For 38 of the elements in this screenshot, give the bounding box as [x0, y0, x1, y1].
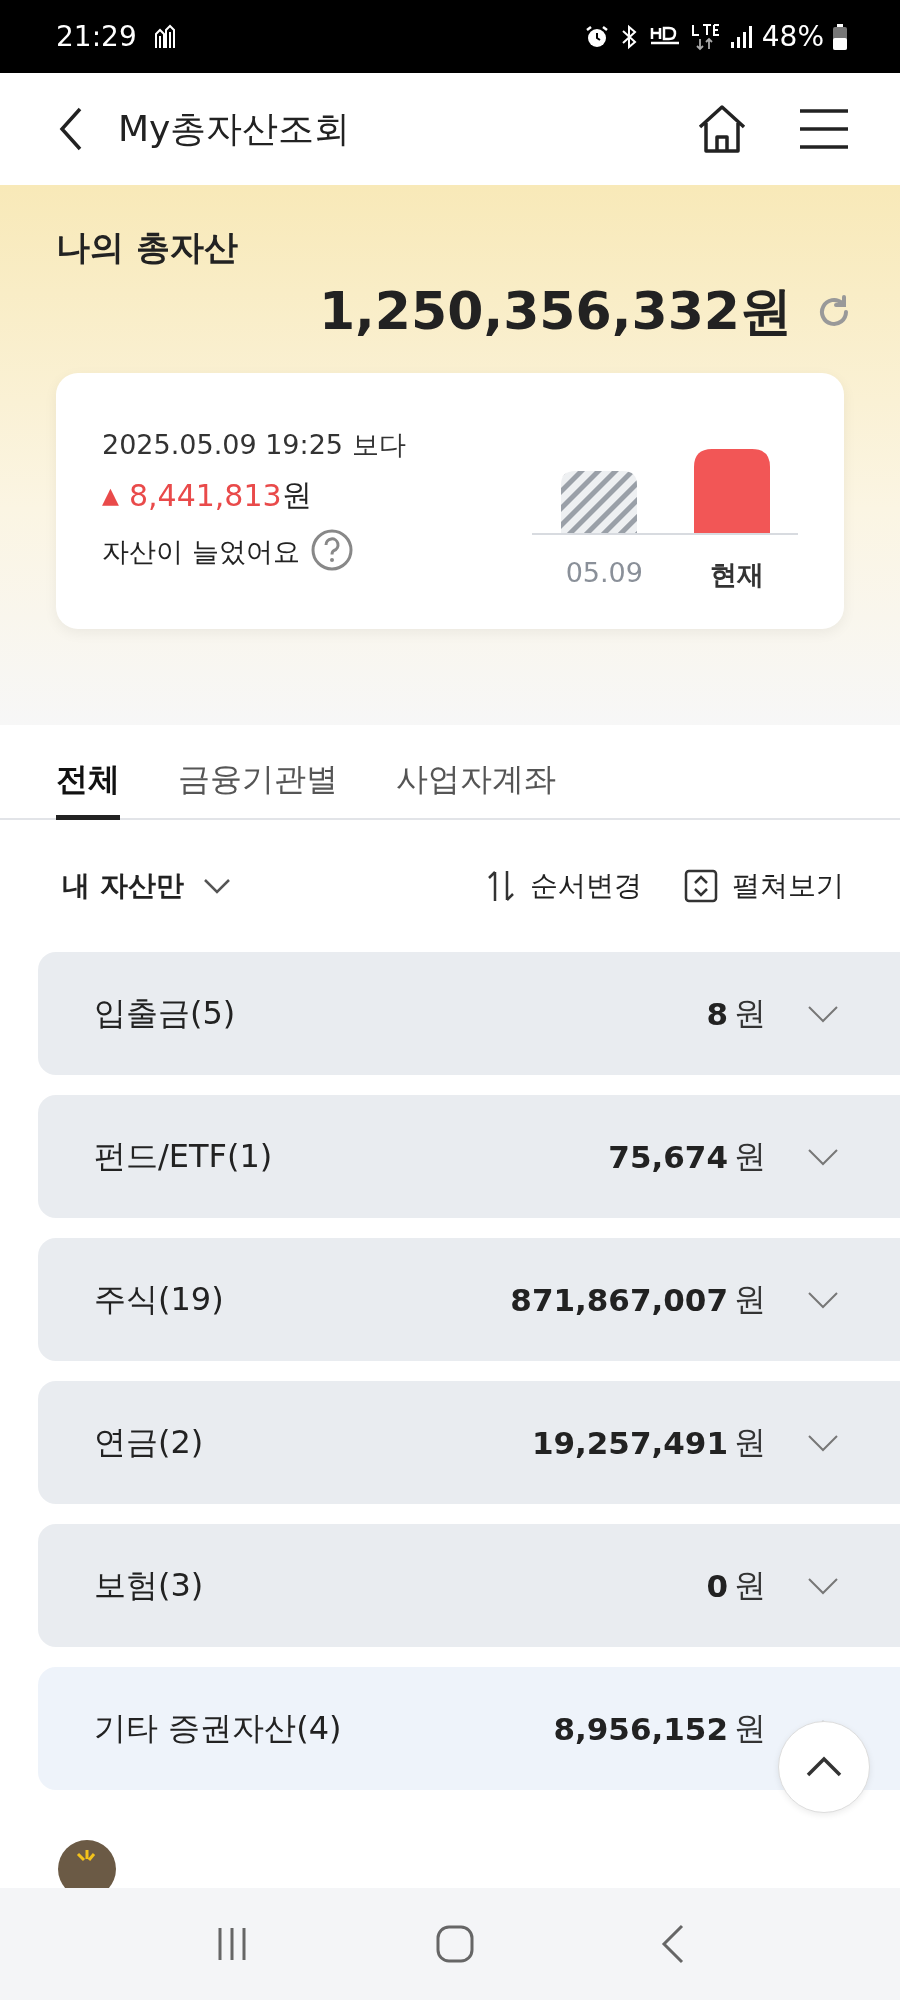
asset-category-row[interactable]: 연금(2) 19,257,491 원	[38, 1381, 900, 1504]
asset-category-row[interactable]: 기타 증권자산(4) 8,956,152 원	[38, 1667, 900, 1790]
lte-data-icon	[689, 22, 720, 51]
currency-unit: 원	[281, 476, 312, 514]
battery-percent: 48%	[761, 20, 824, 53]
chevron-down-icon	[806, 1146, 840, 1167]
sort-arrows-icon	[486, 869, 516, 903]
total-assets-amount: 1,250,356,332원	[318, 280, 792, 343]
chevron-down-icon	[201, 877, 232, 895]
tab[interactable]: 전체	[56, 725, 120, 820]
change-amount: 8,441,813	[128, 478, 282, 513]
status-time: 21:29	[56, 20, 137, 53]
tab[interactable]: 금융기관별	[178, 725, 338, 820]
battery-icon	[832, 22, 848, 51]
bar-label: 현재	[710, 558, 765, 592]
asset-category-row[interactable]: 펀드/ETF(1) 75,674 원	[38, 1095, 900, 1218]
tab[interactable]: 사업자계좌	[396, 725, 556, 820]
bar-label: 05.09	[565, 557, 643, 590]
menu-button[interactable]	[798, 107, 850, 151]
home-nav-button[interactable]	[435, 1924, 475, 1964]
reorder-button[interactable]: 순서변경	[486, 867, 642, 905]
asset-filter-dropdown[interactable]: 내 자산만	[62, 867, 232, 905]
change-message: 자산이 늘었어요	[102, 534, 300, 569]
chevron-up-icon	[804, 1755, 844, 1779]
expand-all-button[interactable]: 펼쳐보기	[684, 867, 844, 905]
asset-category-row[interactable]: 주식(19) 871,867,007 원	[38, 1238, 900, 1361]
chevron-down-icon	[806, 1289, 840, 1310]
chevron-down-icon	[806, 1003, 840, 1024]
asset-category-row[interactable]: 보험(3) 0 원	[38, 1524, 900, 1647]
chevron-down-icon	[806, 1432, 840, 1453]
up-triangle-icon: ▲	[102, 483, 119, 508]
comparison-date: 2025.05.09 19:25 보다	[102, 428, 407, 462]
chevron-down-icon	[806, 1575, 840, 1596]
page-title: My총자산조회	[118, 106, 351, 151]
asset-category-row[interactable]: 입출금(5) 8 원	[38, 952, 900, 1075]
total-assets-title: 나의 총자산	[56, 226, 239, 269]
institution-logo-icon	[58, 1840, 116, 1888]
expand-icon	[684, 869, 718, 903]
